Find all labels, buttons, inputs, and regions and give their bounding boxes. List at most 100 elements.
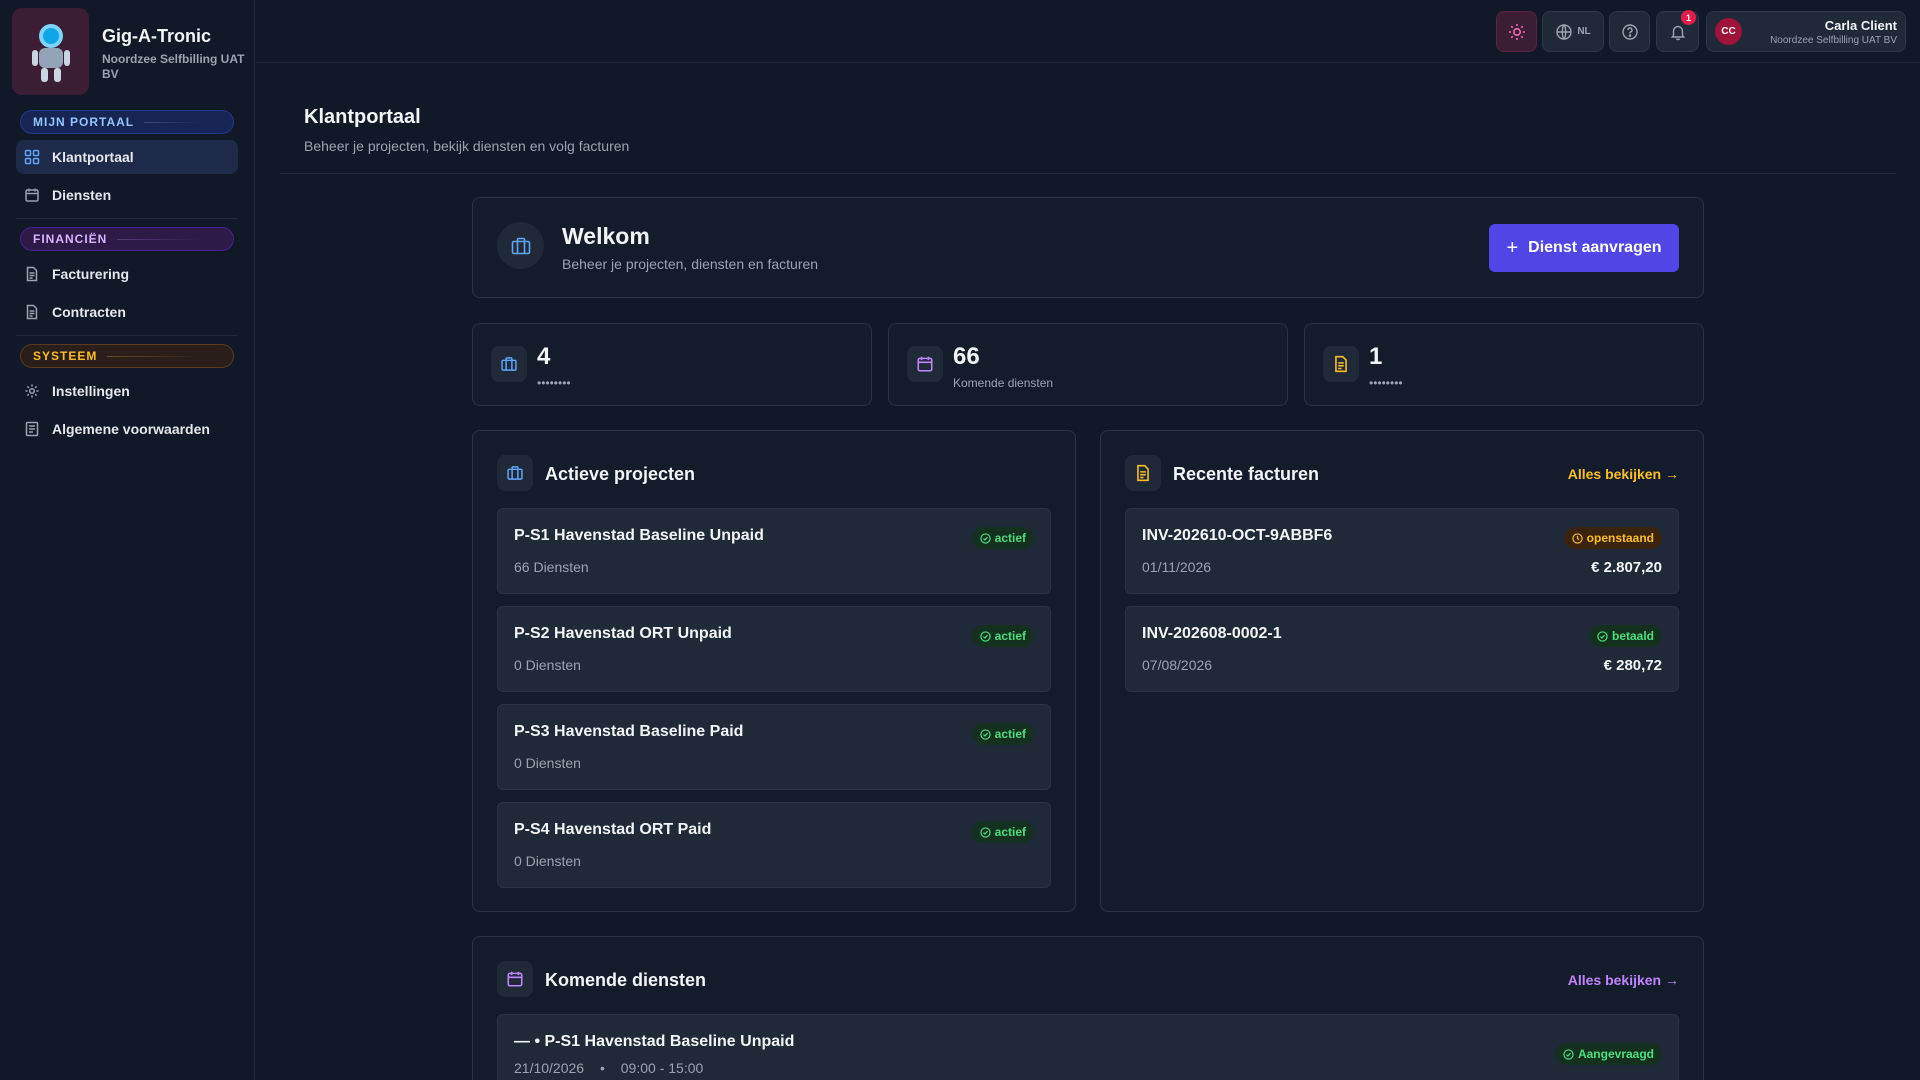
- section-financien: FINANCIËN: [20, 227, 234, 251]
- sidebar-item-label: Algemene voorwaarden: [52, 421, 210, 437]
- section-label: SYSTEEM: [33, 349, 98, 363]
- brand: Gig-A-Tronic Noordzee Selfbilling UAT BV: [0, 0, 254, 100]
- stat-label: Komende diensten: [953, 376, 1054, 390]
- bell-icon: [1669, 23, 1687, 41]
- topbar: NL 1 CC Carla Client Noordzee Selfbillin…: [256, 0, 1920, 63]
- project-name: P-S2 Havenstad ORT Unpaid: [514, 625, 732, 642]
- theme-toggle-button[interactable]: [1496, 11, 1537, 52]
- project-row[interactable]: P-S4 Havenstad ORT Paid 0 Diensten actie…: [497, 802, 1051, 888]
- check-circle-icon: [979, 826, 991, 838]
- sun-icon: [1508, 23, 1526, 41]
- language-button[interactable]: NL: [1542, 11, 1604, 52]
- upcoming-view-all-link[interactable]: Alles bekijken →: [1568, 972, 1679, 988]
- calendar-icon: [907, 346, 943, 382]
- user-menu-button[interactable]: CC Carla Client Noordzee Selfbilling UAT…: [1706, 11, 1906, 52]
- status-label: actief: [994, 825, 1026, 839]
- project-row[interactable]: P-S3 Havenstad Baseline Paid 0 Diensten …: [497, 704, 1051, 790]
- project-name: P-S3 Havenstad Baseline Paid: [514, 723, 744, 740]
- stat-value: 1: [1369, 343, 1383, 370]
- check-circle-icon: [1563, 1048, 1574, 1060]
- welcome-subtitle: Beheer je projecten, diensten en facture…: [562, 256, 819, 272]
- project-name: P-S1 Havenstad Baseline Unpaid: [514, 527, 764, 544]
- avatar: CC: [1715, 18, 1742, 45]
- status-badge: openstaand: [1563, 527, 1662, 549]
- grid-icon: [22, 147, 42, 167]
- project-services: 0 Diensten: [514, 853, 581, 869]
- sidebar-item-klantportaal[interactable]: Klantportaal: [16, 140, 238, 174]
- section-mijn-portaal: MIJN PORTAAL: [20, 110, 234, 134]
- page-title: Klantportaal: [304, 106, 421, 128]
- invoice-number: INV-202610-OCT-9ABBF6: [1142, 527, 1333, 544]
- document-icon: [22, 264, 42, 284]
- notifications-button[interactable]: 1: [1656, 10, 1699, 52]
- request-service-label: Dienst aanvragen: [1528, 239, 1662, 256]
- language-label: NL: [1577, 26, 1591, 37]
- invoice-amount: € 280,72: [1603, 657, 1662, 674]
- section-label: FINANCIËN: [33, 232, 108, 246]
- panel-title: Recente facturen: [1173, 464, 1320, 484]
- sidebar-item-label: Contracten: [52, 304, 126, 320]
- section-systeem: SYSTEEM: [20, 344, 234, 368]
- upcoming-service-row[interactable]: — • P-S1 Havenstad Baseline Unpaid 21/10…: [497, 1014, 1679, 1080]
- welcome-card: Welkom Beheer je projecten, diensten en …: [472, 197, 1704, 298]
- brand-org: Noordzee Selfbilling UAT BV: [102, 52, 245, 81]
- upcoming-services-panel: Komende diensten Alles bekijken → — • P-…: [472, 936, 1704, 1080]
- sidebar-item-facturering[interactable]: Facturering: [16, 257, 238, 291]
- help-button[interactable]: [1609, 11, 1650, 52]
- robot-logo-icon[interactable]: [12, 8, 89, 95]
- sidebar-item-label: Diensten: [52, 187, 112, 203]
- panel-title: Actieve projecten: [545, 464, 696, 484]
- invoice-row[interactable]: INV-202608-0002-1 07/08/2026 betaald € 2…: [1125, 606, 1679, 692]
- section-label: MIJN PORTAAL: [33, 115, 135, 129]
- page-subtitle: Beheer je projecten, bekijk diensten en …: [304, 138, 630, 154]
- check-circle-icon: [979, 728, 991, 740]
- page-header: Klantportaal Beheer je projecten, bekijk…: [280, 63, 1896, 174]
- stat-label: ••••••••: [1369, 376, 1403, 390]
- gear-icon: [22, 381, 42, 401]
- service-time: 09:00 - 15:00: [620, 1060, 704, 1076]
- sidebar-item-diensten[interactable]: Diensten: [16, 178, 238, 212]
- project-row[interactable]: P-S1 Havenstad Baseline Unpaid 66 Dienst…: [497, 508, 1051, 594]
- stat-card-upcoming-services[interactable]: 66 Komende diensten: [888, 323, 1288, 406]
- invoices-view-all-link[interactable]: Alles bekijken →: [1568, 466, 1679, 482]
- stat-value: 4: [537, 343, 551, 370]
- project-name: P-S4 Havenstad ORT Paid: [514, 821, 712, 838]
- status-badge: actief: [971, 821, 1034, 843]
- status-badge: actief: [971, 723, 1034, 745]
- service-schedule: 21/10/2026 • 09:00 - 15:00: [514, 1060, 703, 1076]
- status-label: openstaand: [1586, 531, 1654, 545]
- sidebar-item-instellingen[interactable]: Instellingen: [16, 374, 238, 408]
- status-badge: actief: [971, 527, 1034, 549]
- project-services: 66 Diensten: [514, 559, 589, 575]
- status-label: actief: [994, 531, 1026, 545]
- sidebar: Gig-A-Tronic Noordzee Selfbilling UAT BV…: [0, 0, 255, 1080]
- status-badge: Aangevraagd: [1554, 1043, 1662, 1065]
- sidebar-item-label: Klantportaal: [52, 149, 134, 165]
- service-date: 21/10/2026: [514, 1060, 585, 1076]
- sidebar-item-contracten[interactable]: Contracten: [16, 295, 238, 329]
- stat-value: 66: [953, 343, 980, 370]
- status-label: betaald: [1611, 629, 1654, 643]
- status-badge: actief: [971, 625, 1034, 647]
- service-title: — • P-S1 Havenstad Baseline Unpaid: [514, 1033, 795, 1050]
- project-row[interactable]: P-S2 Havenstad ORT Unpaid 0 Diensten act…: [497, 606, 1051, 692]
- panel-title: Komende diensten: [545, 970, 707, 990]
- sidebar-item-label: Instellingen: [52, 383, 130, 399]
- briefcase-icon: [497, 222, 544, 269]
- welcome-title: Welkom: [562, 223, 650, 249]
- invoice-number: INV-202608-0002-1: [1142, 625, 1282, 642]
- invoice-row[interactable]: INV-202610-OCT-9ABBF6 01/11/2026 opensta…: [1125, 508, 1679, 594]
- request-service-button[interactable]: + Dienst aanvragen: [1489, 224, 1679, 272]
- check-circle-icon: [1597, 630, 1608, 642]
- sidebar-divider: [16, 218, 238, 219]
- clock-icon: [1571, 532, 1583, 544]
- sidebar-item-algemene-voorwaarden[interactable]: Algemene voorwaarden: [16, 412, 238, 446]
- stat-card-invoices[interactable]: 1 ••••••••: [1304, 323, 1704, 406]
- briefcase-icon: [497, 455, 533, 491]
- terms-icon: [22, 419, 42, 439]
- separator: •: [599, 1060, 605, 1076]
- status-label: actief: [994, 629, 1026, 643]
- project-services: 0 Diensten: [514, 755, 581, 771]
- stat-label: ••••••••: [537, 376, 571, 390]
- stat-card-projects[interactable]: 4 ••••••••: [472, 323, 872, 406]
